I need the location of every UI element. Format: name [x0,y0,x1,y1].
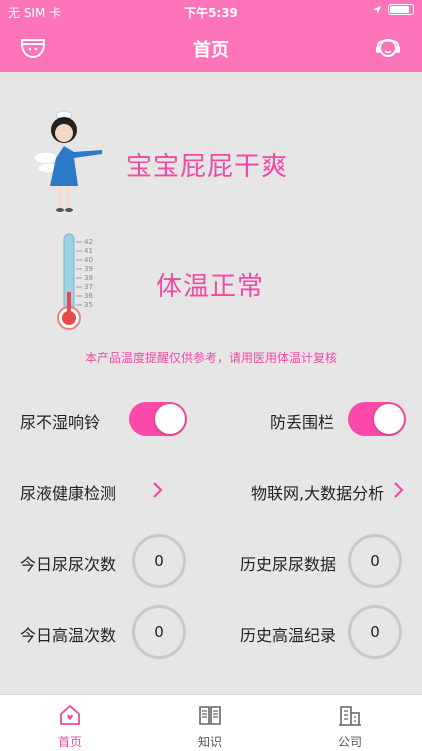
home-heart-icon [60,704,80,725]
location-arrow-icon [373,5,381,14]
wet-alarm-toggle[interactable] [129,402,187,436]
disclaimer-text: 本产品温度提醒仅供参考，请用医用体温计复核 [84,351,337,365]
thermometer-scale: 42 41 40 39 38 37 36 35 [84,238,93,309]
count-value: 0 [370,623,380,641]
chevron-right-icon[interactable] [151,481,163,499]
page-title: 首页 [193,40,229,61]
scale-label: 42 [84,238,93,246]
tab-bar: 首页 知识 公司 [0,694,422,751]
thermometer-icon: 42 41 40 39 38 37 36 35 [57,233,93,330]
status-bar: 无 SIM 卡 下午5:39 [0,0,422,24]
count-value: 0 [154,623,164,641]
battery-icon [388,4,414,15]
tab-label: 公司 [337,735,362,749]
scale-label: 40 [84,256,93,264]
angel-nurse-illustration [34,110,102,212]
history-urine-label: 历史尿尿数据 [240,555,337,574]
chevron-right-icon[interactable] [392,481,404,499]
building-icon [339,706,361,726]
top-bar: 无 SIM 卡 下午5:39 首页 [0,0,422,72]
scale-label: 37 [84,283,93,291]
headset-support-icon[interactable] [374,35,402,61]
history-urine-count[interactable]: 0 [348,534,402,588]
scale-label: 35 [84,301,93,309]
geofence-toggle[interactable] [348,402,406,436]
history-hightemp-count[interactable]: 0 [348,605,402,659]
urine-test-link[interactable]: 尿液健康检测 [20,480,116,504]
clock: 下午5:39 [184,6,238,20]
temp-status-text: 体温正常 [156,272,265,302]
today-hightemp-count[interactable]: 0 [132,605,186,659]
scale-label: 39 [84,265,93,273]
tab-label: 首页 [57,735,82,749]
status-right [372,4,414,15]
tab-home[interactable]: 首页 [20,695,120,751]
today-hightemp-label: 今日高温次数 [20,626,117,645]
scale-label: 36 [84,292,93,300]
dry-status-text: 宝宝屁屁干爽 [126,152,289,182]
iot-analysis-link[interactable]: 物联网,大数据分析 [251,480,384,504]
scale-label: 38 [84,274,93,282]
geofence-label: 防丢围栏 [270,413,335,432]
today-urine-count[interactable]: 0 [132,534,186,588]
scale-label: 41 [84,247,93,255]
toggle-knob [374,404,404,434]
wet-alarm-label: 尿不湿响铃 [20,413,101,432]
count-value: 0 [154,552,164,570]
tab-label: 知识 [197,735,222,749]
book-icon [199,706,221,725]
today-urine-label: 今日尿尿次数 [20,555,117,574]
history-hightemp-label: 历史高温纪录 [240,626,337,645]
tab-knowledge[interactable]: 知识 [160,695,260,751]
count-value: 0 [370,552,380,570]
tab-company[interactable]: 公司 [300,695,400,751]
toggle-knob [155,404,185,434]
